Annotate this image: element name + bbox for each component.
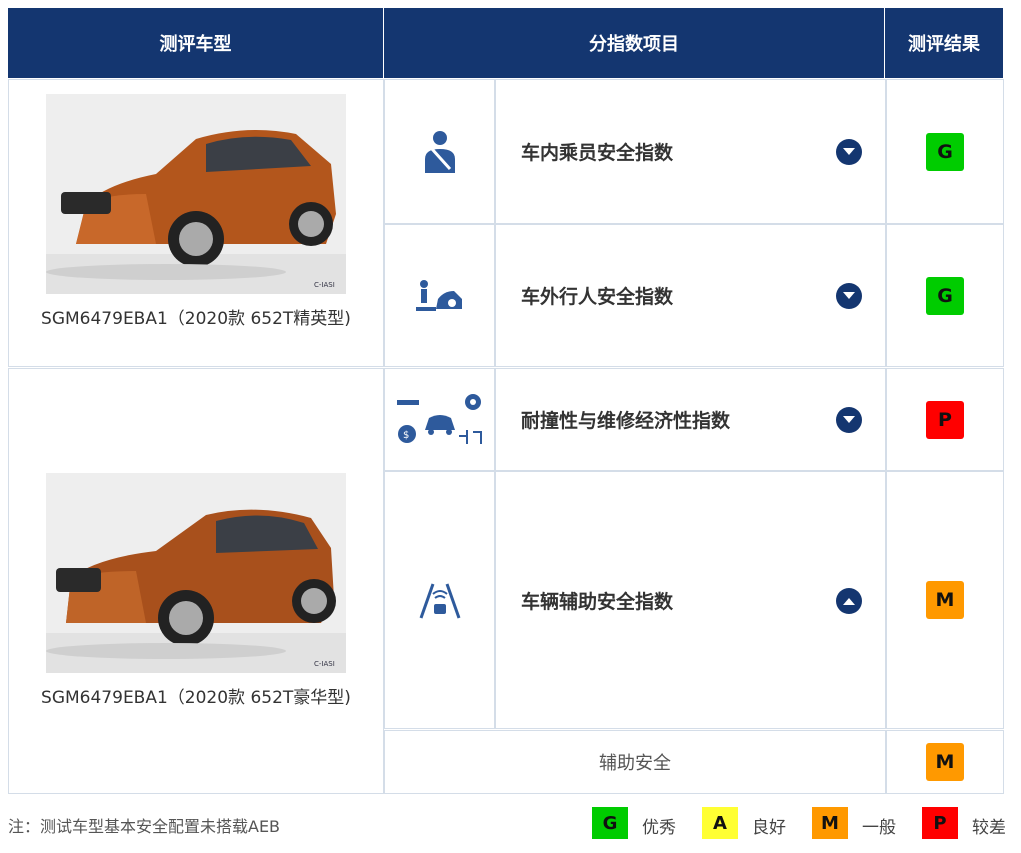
legend-text-m: 一般 <box>862 818 896 838</box>
index-label-occupant: 车内乘员安全指数 <box>521 142 674 164</box>
index-label-repair: 耐撞性与维修经济性指数 <box>521 410 731 432</box>
rating-badge-pedestrian: G <box>926 276 964 315</box>
subrow-result-cell: M <box>886 730 1004 794</box>
row-label-cell-3: 耐撞性与维修经济性指数 <box>495 368 886 471</box>
legend-badge-m: M <box>812 807 848 839</box>
rating-badge-assist: M <box>926 581 964 619</box>
chevron-down-icon <box>843 148 855 155</box>
expand-toggle-pedestrian[interactable] <box>836 283 862 309</box>
header-result: 测评结果 <box>885 8 1003 78</box>
chevron-down-icon <box>843 416 855 423</box>
index-label-assist: 车辆辅助安全指数 <box>521 590 674 613</box>
subrow-label: 辅助安全 <box>599 753 671 774</box>
row-icon-cell-2 <box>384 224 495 367</box>
footer-note: 注：测试车型基本安全配置未搭载AEB <box>8 817 281 836</box>
legend-text-p: 较差 <box>972 818 1006 838</box>
header-index: 分指数项目 <box>384 8 884 78</box>
rating-badge-repair: P <box>926 400 964 439</box>
chevron-up-icon <box>843 598 855 605</box>
rating-badge-occupant: G <box>926 132 964 171</box>
svg-text:C-IASI: C-IASI <box>314 660 335 668</box>
result-cell-1: G <box>886 79 1004 224</box>
chevron-down-icon <box>843 292 855 299</box>
car-photo-2: C-IASI <box>46 473 346 673</box>
seatbelt-occupant-icon <box>424 130 455 173</box>
expand-toggle-occupant[interactable] <box>836 139 862 165</box>
collapse-toggle-assist[interactable] <box>836 588 862 614</box>
row-icon-cell-1 <box>384 79 495 224</box>
expand-toggle-repair[interactable] <box>836 407 862 433</box>
svg-text:$: $ <box>403 430 409 441</box>
legend-badge-a: A <box>702 807 738 839</box>
row-icon-cell-4 <box>384 471 495 729</box>
row-label-cell-2: 车外行人安全指数 <box>495 224 886 367</box>
legend-text-g: 优秀 <box>642 818 676 838</box>
car-photo-1: C-IASI <box>46 94 346 294</box>
index-label-pedestrian: 车外行人安全指数 <box>521 286 674 308</box>
row-label-cell-4: 车辆辅助安全指数 <box>495 471 886 729</box>
result-cell-3: P <box>886 368 1004 471</box>
row-label-cell-1: 车内乘员安全指数 <box>495 79 886 224</box>
result-cell-2: G <box>886 224 1004 367</box>
model-caption-2: SGM6479EBA1（2020款 652T豪华型) <box>41 688 351 708</box>
header-model-label: 测评车型 <box>159 34 232 55</box>
model-caption-1: SGM6479EBA1（2020款 652T精英型) <box>41 309 351 329</box>
subrow-label-cell: 辅助安全 <box>384 730 886 794</box>
model-cell-1: C-IASI SGM6479EBA1（2020款 652T精英型) <box>8 79 384 367</box>
driver-assist-icon <box>419 583 460 619</box>
legend-badge-p: P <box>922 807 958 839</box>
repair-economy-icon: $ <box>396 393 482 444</box>
pedestrian-icon <box>415 279 462 311</box>
result-cell-4: M <box>886 471 1004 729</box>
header-model: 测评车型 <box>8 8 383 78</box>
svg-text:C-IASI: C-IASI <box>314 281 335 289</box>
row-icon-cell-3: $ <box>384 368 495 471</box>
model-cell-2: C-IASI SGM6479EBA1（2020款 652T豪华型) <box>8 368 384 794</box>
legend-badge-g: G <box>592 807 628 839</box>
rating-badge-subrow: M <box>926 743 964 781</box>
header-index-label: 分指数项目 <box>589 34 679 55</box>
header-result-label: 测评结果 <box>908 34 980 55</box>
legend-text-a: 良好 <box>752 818 786 838</box>
